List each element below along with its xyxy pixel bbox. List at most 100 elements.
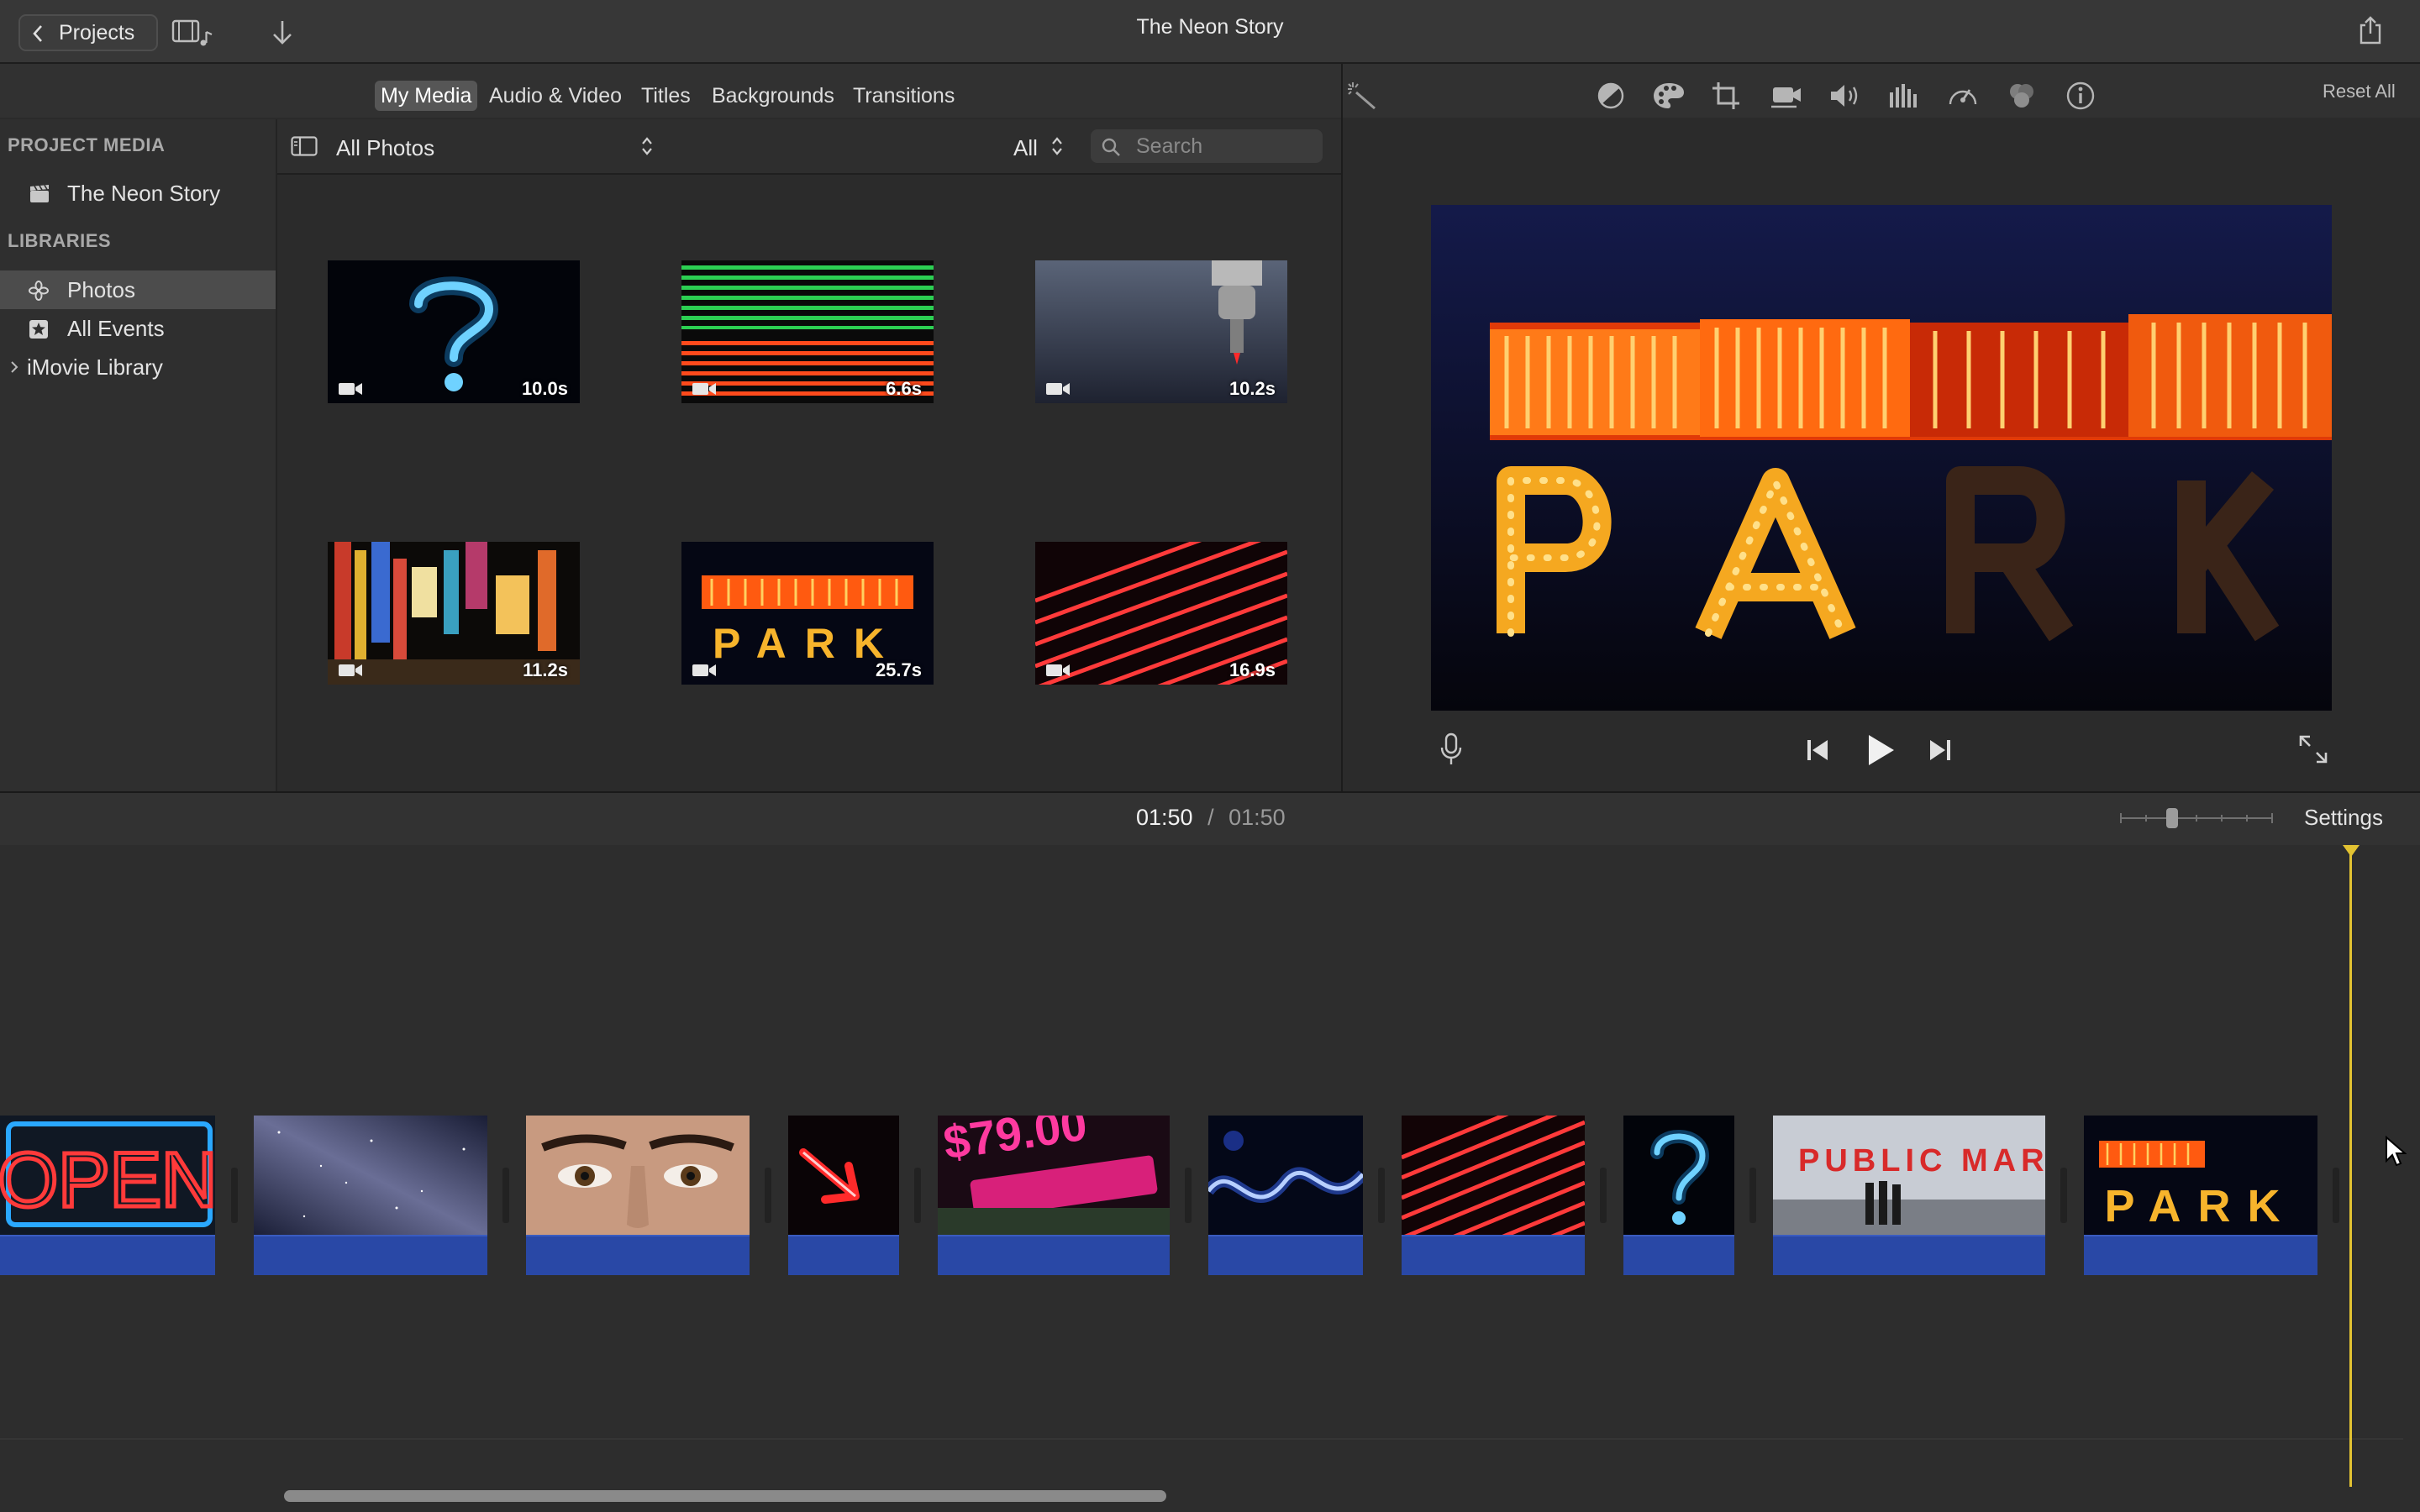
transition-gap[interactable] — [502, 1168, 509, 1223]
crop-icon[interactable] — [1711, 81, 1743, 111]
transition-gap[interactable] — [914, 1168, 921, 1223]
transition-gap[interactable] — [1185, 1168, 1192, 1223]
reset-all-button[interactable]: Reset All — [2323, 81, 2396, 102]
timeline-clip-vacancy-sign[interactable]: $79.00 — [938, 1116, 1170, 1275]
park-sign-art: PARK — [2084, 1116, 2317, 1236]
noise-reduction-icon[interactable] — [1887, 81, 1921, 111]
info-icon[interactable] — [2064, 81, 2097, 111]
search-icon — [1101, 137, 1121, 157]
transition-gap[interactable] — [1749, 1168, 1756, 1223]
vacancy-sign-art: $79.00 — [938, 1116, 1170, 1236]
timeline-clip-eyes[interactable] — [526, 1116, 750, 1275]
tab-my-media[interactable]: My Media — [375, 81, 478, 111]
tab-audio-video[interactable]: Audio & Video — [483, 81, 628, 111]
zoom-slider[interactable] — [2119, 806, 2274, 830]
video-camera-icon — [692, 663, 717, 678]
playhead-handle-icon[interactable] — [2341, 843, 2361, 858]
timeline-clip-red-lines[interactable] — [1402, 1116, 1585, 1275]
timecode-display: 01:50 / 01:50 — [1136, 805, 1286, 831]
voiceover-microphone-icon[interactable] — [1439, 732, 1463, 766]
volume-icon[interactable] — [1828, 81, 1862, 111]
timeline-settings-button[interactable]: Settings — [2304, 805, 2383, 831]
clip-audio-strip — [2084, 1235, 2317, 1275]
timeline-clip-milky-way[interactable] — [254, 1116, 487, 1275]
stabilization-icon[interactable] — [1770, 81, 1803, 111]
clip-duration: 10.0s — [521, 378, 568, 399]
window-title: The Neon Story — [1136, 15, 1284, 39]
tab-titles[interactable]: Titles — [635, 81, 697, 111]
transition-gap[interactable] — [765, 1168, 771, 1223]
timeline-clip-question-mark[interactable] — [1623, 1116, 1734, 1275]
magic-wand-icon[interactable] — [1346, 81, 1380, 111]
clip-audio-strip — [938, 1235, 1170, 1275]
media-thumbnail-neon-stripes[interactable]: 6.6s — [681, 260, 934, 403]
mouse-cursor-icon — [2385, 1136, 2407, 1168]
sidebar-item-imovie-library[interactable]: iMovie Library — [0, 348, 276, 386]
timeline-clip-blue-waves[interactable] — [1208, 1116, 1363, 1275]
source-selector[interactable]: All Photos — [336, 134, 672, 160]
up-down-chevron-icon — [1050, 135, 1064, 157]
transition-gap[interactable] — [1600, 1168, 1607, 1223]
clip-filter-icon[interactable] — [2005, 81, 2039, 111]
clip-filter-label: All — [1013, 135, 1038, 160]
total-time: 01:50 — [1228, 805, 1286, 830]
video-camera-icon — [338, 381, 363, 396]
speed-icon[interactable] — [1946, 81, 1980, 111]
timeline-clip-public-market[interactable]: PUBLIC MARKET — [1773, 1116, 2045, 1275]
viewer-frame[interactable] — [1431, 205, 2332, 711]
search-field[interactable]: Search — [1091, 129, 1323, 163]
clip-duration: 11.2s — [523, 659, 568, 680]
sidebar-item-all-events[interactable]: All Events — [0, 309, 276, 348]
fullscreen-icon[interactable] — [2296, 732, 2330, 766]
clapperboard-icon — [29, 184, 50, 204]
photos-icon — [29, 281, 49, 301]
tab-backgrounds[interactable]: Backgrounds — [706, 81, 840, 111]
media-thumbnail-city-street[interactable]: 11.2s — [328, 542, 580, 685]
clip-audio-strip — [526, 1235, 750, 1275]
eyes-art — [526, 1116, 750, 1236]
media-thumbnail-park-sign[interactable]: PARK 25.7s — [681, 542, 934, 685]
playhead[interactable] — [2349, 847, 2352, 1487]
transition-gap[interactable] — [2333, 1168, 2339, 1223]
clip-audio-strip — [254, 1235, 487, 1275]
skip-forward-icon[interactable] — [1928, 738, 1953, 763]
timeline-clip-open-sign[interactable]: OPEN — [0, 1116, 215, 1275]
share-icon[interactable] — [2358, 15, 2383, 45]
tab-transitions[interactable]: Transitions — [847, 81, 960, 111]
video-camera-icon — [1045, 663, 1071, 678]
sidebar-item-photos[interactable]: Photos — [0, 270, 276, 309]
search-placeholder: Search — [1136, 134, 1203, 158]
media-thumbnail-question-mark[interactable]: 10.0s — [328, 260, 580, 403]
transition-gap[interactable] — [2060, 1168, 2067, 1223]
park-sign-text: PARK — [2104, 1181, 2296, 1231]
play-icon[interactable] — [1864, 732, 1897, 768]
star-icon — [29, 319, 49, 339]
red-lines-art — [1402, 1116, 1585, 1236]
skip-back-icon[interactable] — [1805, 738, 1830, 763]
clip-duration: 6.6s — [886, 378, 922, 399]
clip-duration: 25.7s — [875, 659, 922, 680]
timeline-horizontal-scrollbar[interactable] — [284, 1490, 1166, 1502]
timeline-clip-red-arrow[interactable] — [788, 1116, 899, 1275]
project-media-heading: PROJECT MEDIA — [8, 134, 166, 155]
media-thumbnail-red-lines[interactable]: 16.9s — [1035, 542, 1287, 685]
timeline-clip-park-sign[interactable]: PARK — [2084, 1116, 2317, 1275]
clip-audio-strip — [1208, 1235, 1363, 1275]
sidebar-item-the-neon-story[interactable]: The Neon Story — [0, 174, 276, 213]
chevron-right-icon — [10, 360, 18, 374]
sidebar-toggle-icon[interactable] — [291, 136, 318, 156]
up-down-chevron-icon — [640, 135, 654, 157]
transition-gap[interactable] — [1378, 1168, 1385, 1223]
color-balance-icon[interactable] — [1595, 81, 1627, 111]
clip-filter-selector[interactable]: All — [1013, 134, 1072, 160]
media-thumbnail-machine[interactable]: 10.2s — [1035, 260, 1287, 403]
transition-gap[interactable] — [231, 1168, 238, 1223]
color-correction-icon[interactable] — [1652, 81, 1686, 111]
video-camera-icon — [1045, 381, 1071, 396]
media-browser — [277, 119, 1341, 791]
libraries-sidebar: PROJECT MEDIA The Neon Story LIBRARIES P… — [0, 119, 277, 791]
red-arrow-art — [788, 1116, 899, 1236]
sidebar-item-label: iMovie Library — [27, 354, 163, 380]
open-sign-art: OPEN — [0, 1116, 215, 1236]
sidebar-item-label: Photos — [67, 277, 135, 302]
